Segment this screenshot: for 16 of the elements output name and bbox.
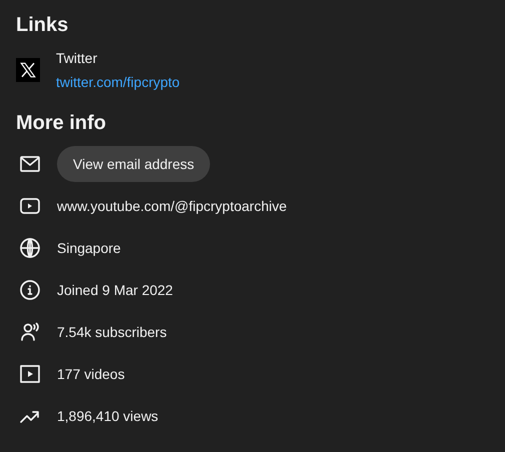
globe-icon bbox=[18, 236, 42, 260]
person-icon bbox=[18, 320, 42, 344]
info-text: Singapore bbox=[57, 239, 121, 258]
view-email-button[interactable]: View email address bbox=[57, 146, 210, 182]
info-text: Joined 9 Mar 2022 bbox=[57, 281, 173, 300]
info-text: 1,896,410 views bbox=[57, 407, 158, 426]
section-title: Links bbox=[16, 13, 70, 38]
x-logo-icon bbox=[16, 58, 40, 82]
info-text: www.youtube.com/@fipcryptoarchive bbox=[57, 197, 287, 216]
info-text: 7.54k subscribers bbox=[57, 323, 167, 342]
section-title: More info bbox=[16, 111, 107, 136]
info-text: 177 videos bbox=[57, 365, 125, 384]
link[interactable]: twitter.com/fipcrypto bbox=[56, 72, 180, 92]
play-icon bbox=[18, 362, 42, 386]
link-title: Twitter bbox=[56, 49, 98, 68]
info-icon bbox=[18, 278, 42, 302]
